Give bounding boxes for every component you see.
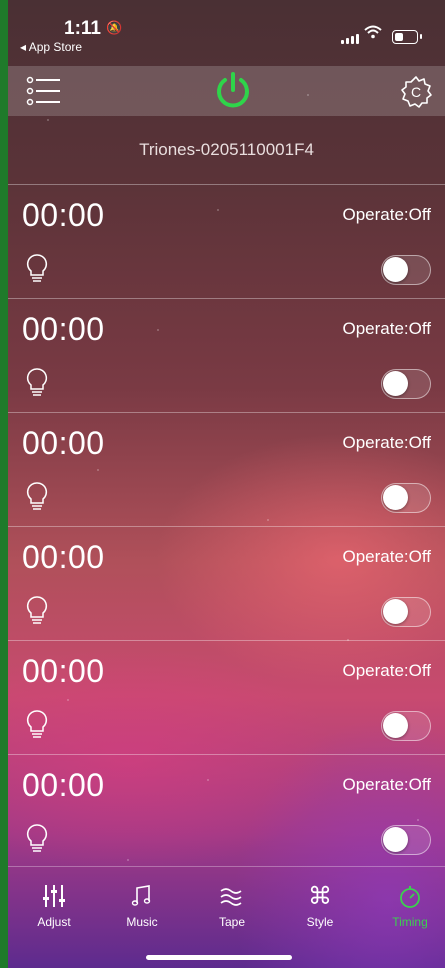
app-screen: 1:11 🔕 ◂ App Store C Triones-0205110001F… bbox=[8, 0, 445, 968]
timer-operate-label[interactable]: Operate:Off bbox=[342, 319, 431, 339]
timer-toggle-switch[interactable] bbox=[381, 597, 431, 627]
tab-label: Adjust bbox=[37, 915, 71, 929]
wifi-icon bbox=[364, 24, 382, 44]
timer-time[interactable]: 00:00 bbox=[22, 653, 105, 690]
toggle-knob bbox=[383, 599, 408, 624]
tab-style[interactable]: ⌘ Style bbox=[280, 881, 360, 930]
timer-toggle-switch[interactable] bbox=[381, 255, 431, 285]
battery-icon bbox=[392, 30, 422, 44]
tab-timing[interactable]: Timing bbox=[370, 881, 445, 929]
command-icon: ⌘ bbox=[308, 882, 332, 910]
tab-label: Music bbox=[126, 915, 158, 929]
toggle-knob bbox=[383, 827, 408, 852]
list-menu-icon[interactable] bbox=[26, 74, 62, 108]
timer-operate-label[interactable]: Operate:Off bbox=[342, 205, 431, 225]
cellular-signal-icon bbox=[341, 34, 359, 44]
timer-operate-label[interactable]: Operate:Off bbox=[342, 775, 431, 795]
toggle-knob bbox=[383, 371, 408, 396]
timer-row: 00:00 Operate:Off bbox=[8, 754, 445, 868]
timer-toggle-switch[interactable] bbox=[381, 483, 431, 513]
tab-adjust[interactable]: Adjust bbox=[14, 881, 94, 929]
light-bulb-icon bbox=[26, 823, 48, 855]
timer-operate-label[interactable]: Operate:Off bbox=[342, 547, 431, 567]
toggle-knob bbox=[383, 485, 408, 510]
music-note-icon bbox=[102, 881, 182, 911]
stopwatch-icon bbox=[370, 881, 445, 911]
timer-time[interactable]: 00:00 bbox=[22, 767, 105, 804]
timer-row: 00:00 Operate:Off bbox=[8, 526, 445, 640]
light-bulb-icon bbox=[26, 709, 48, 741]
light-bulb-icon bbox=[26, 481, 48, 513]
settings-gear-icon[interactable]: C bbox=[398, 74, 434, 110]
light-bulb-icon bbox=[26, 253, 48, 285]
bottom-tab-bar: Adjust Music Tape ⌘ Style Timing bbox=[8, 866, 445, 968]
status-bar: 1:11 🔕 ◂ App Store bbox=[8, 0, 445, 62]
timer-time[interactable]: 00:00 bbox=[22, 311, 105, 348]
timer-toggle-switch[interactable] bbox=[381, 711, 431, 741]
timer-operate-label[interactable]: Operate:Off bbox=[342, 661, 431, 681]
home-indicator bbox=[146, 955, 292, 960]
timer-row: 00:00 Operate:Off bbox=[8, 640, 445, 754]
clock-time: 1:11 bbox=[64, 18, 101, 39]
toggle-knob bbox=[383, 257, 408, 282]
back-to-app-store-link[interactable]: ◂ App Store bbox=[20, 40, 82, 54]
timer-list: 00:00 Operate:Off 00:00 Operate:Off 00:0… bbox=[8, 184, 445, 868]
power-icon[interactable] bbox=[212, 70, 254, 112]
device-name: Triones-0205110001F4 bbox=[139, 140, 314, 159]
tab-tape[interactable]: Tape bbox=[192, 881, 272, 929]
silent-bell-icon: 🔕 bbox=[106, 20, 123, 35]
light-bulb-icon bbox=[26, 595, 48, 627]
toggle-knob bbox=[383, 713, 408, 738]
timer-time[interactable]: 00:00 bbox=[22, 197, 105, 234]
tab-music[interactable]: Music bbox=[102, 881, 182, 929]
svg-text:C: C bbox=[411, 84, 421, 100]
light-bulb-icon bbox=[26, 367, 48, 399]
timer-toggle-switch[interactable] bbox=[381, 369, 431, 399]
tab-label: Timing bbox=[392, 915, 428, 929]
timer-row: 00:00 Operate:Off bbox=[8, 184, 445, 298]
timer-toggle-switch[interactable] bbox=[381, 825, 431, 855]
timer-time[interactable]: 00:00 bbox=[22, 539, 105, 576]
top-toolbar: C bbox=[8, 66, 445, 116]
timer-row: 00:00 Operate:Off bbox=[8, 298, 445, 412]
tab-label: Style bbox=[306, 915, 334, 929]
waves-icon bbox=[192, 881, 272, 911]
tab-label: Tape bbox=[218, 915, 246, 929]
timer-time[interactable]: 00:00 bbox=[22, 425, 105, 462]
timer-row: 00:00 Operate:Off bbox=[8, 412, 445, 526]
timer-operate-label[interactable]: Operate:Off bbox=[342, 433, 431, 453]
sliders-icon bbox=[14, 881, 94, 911]
